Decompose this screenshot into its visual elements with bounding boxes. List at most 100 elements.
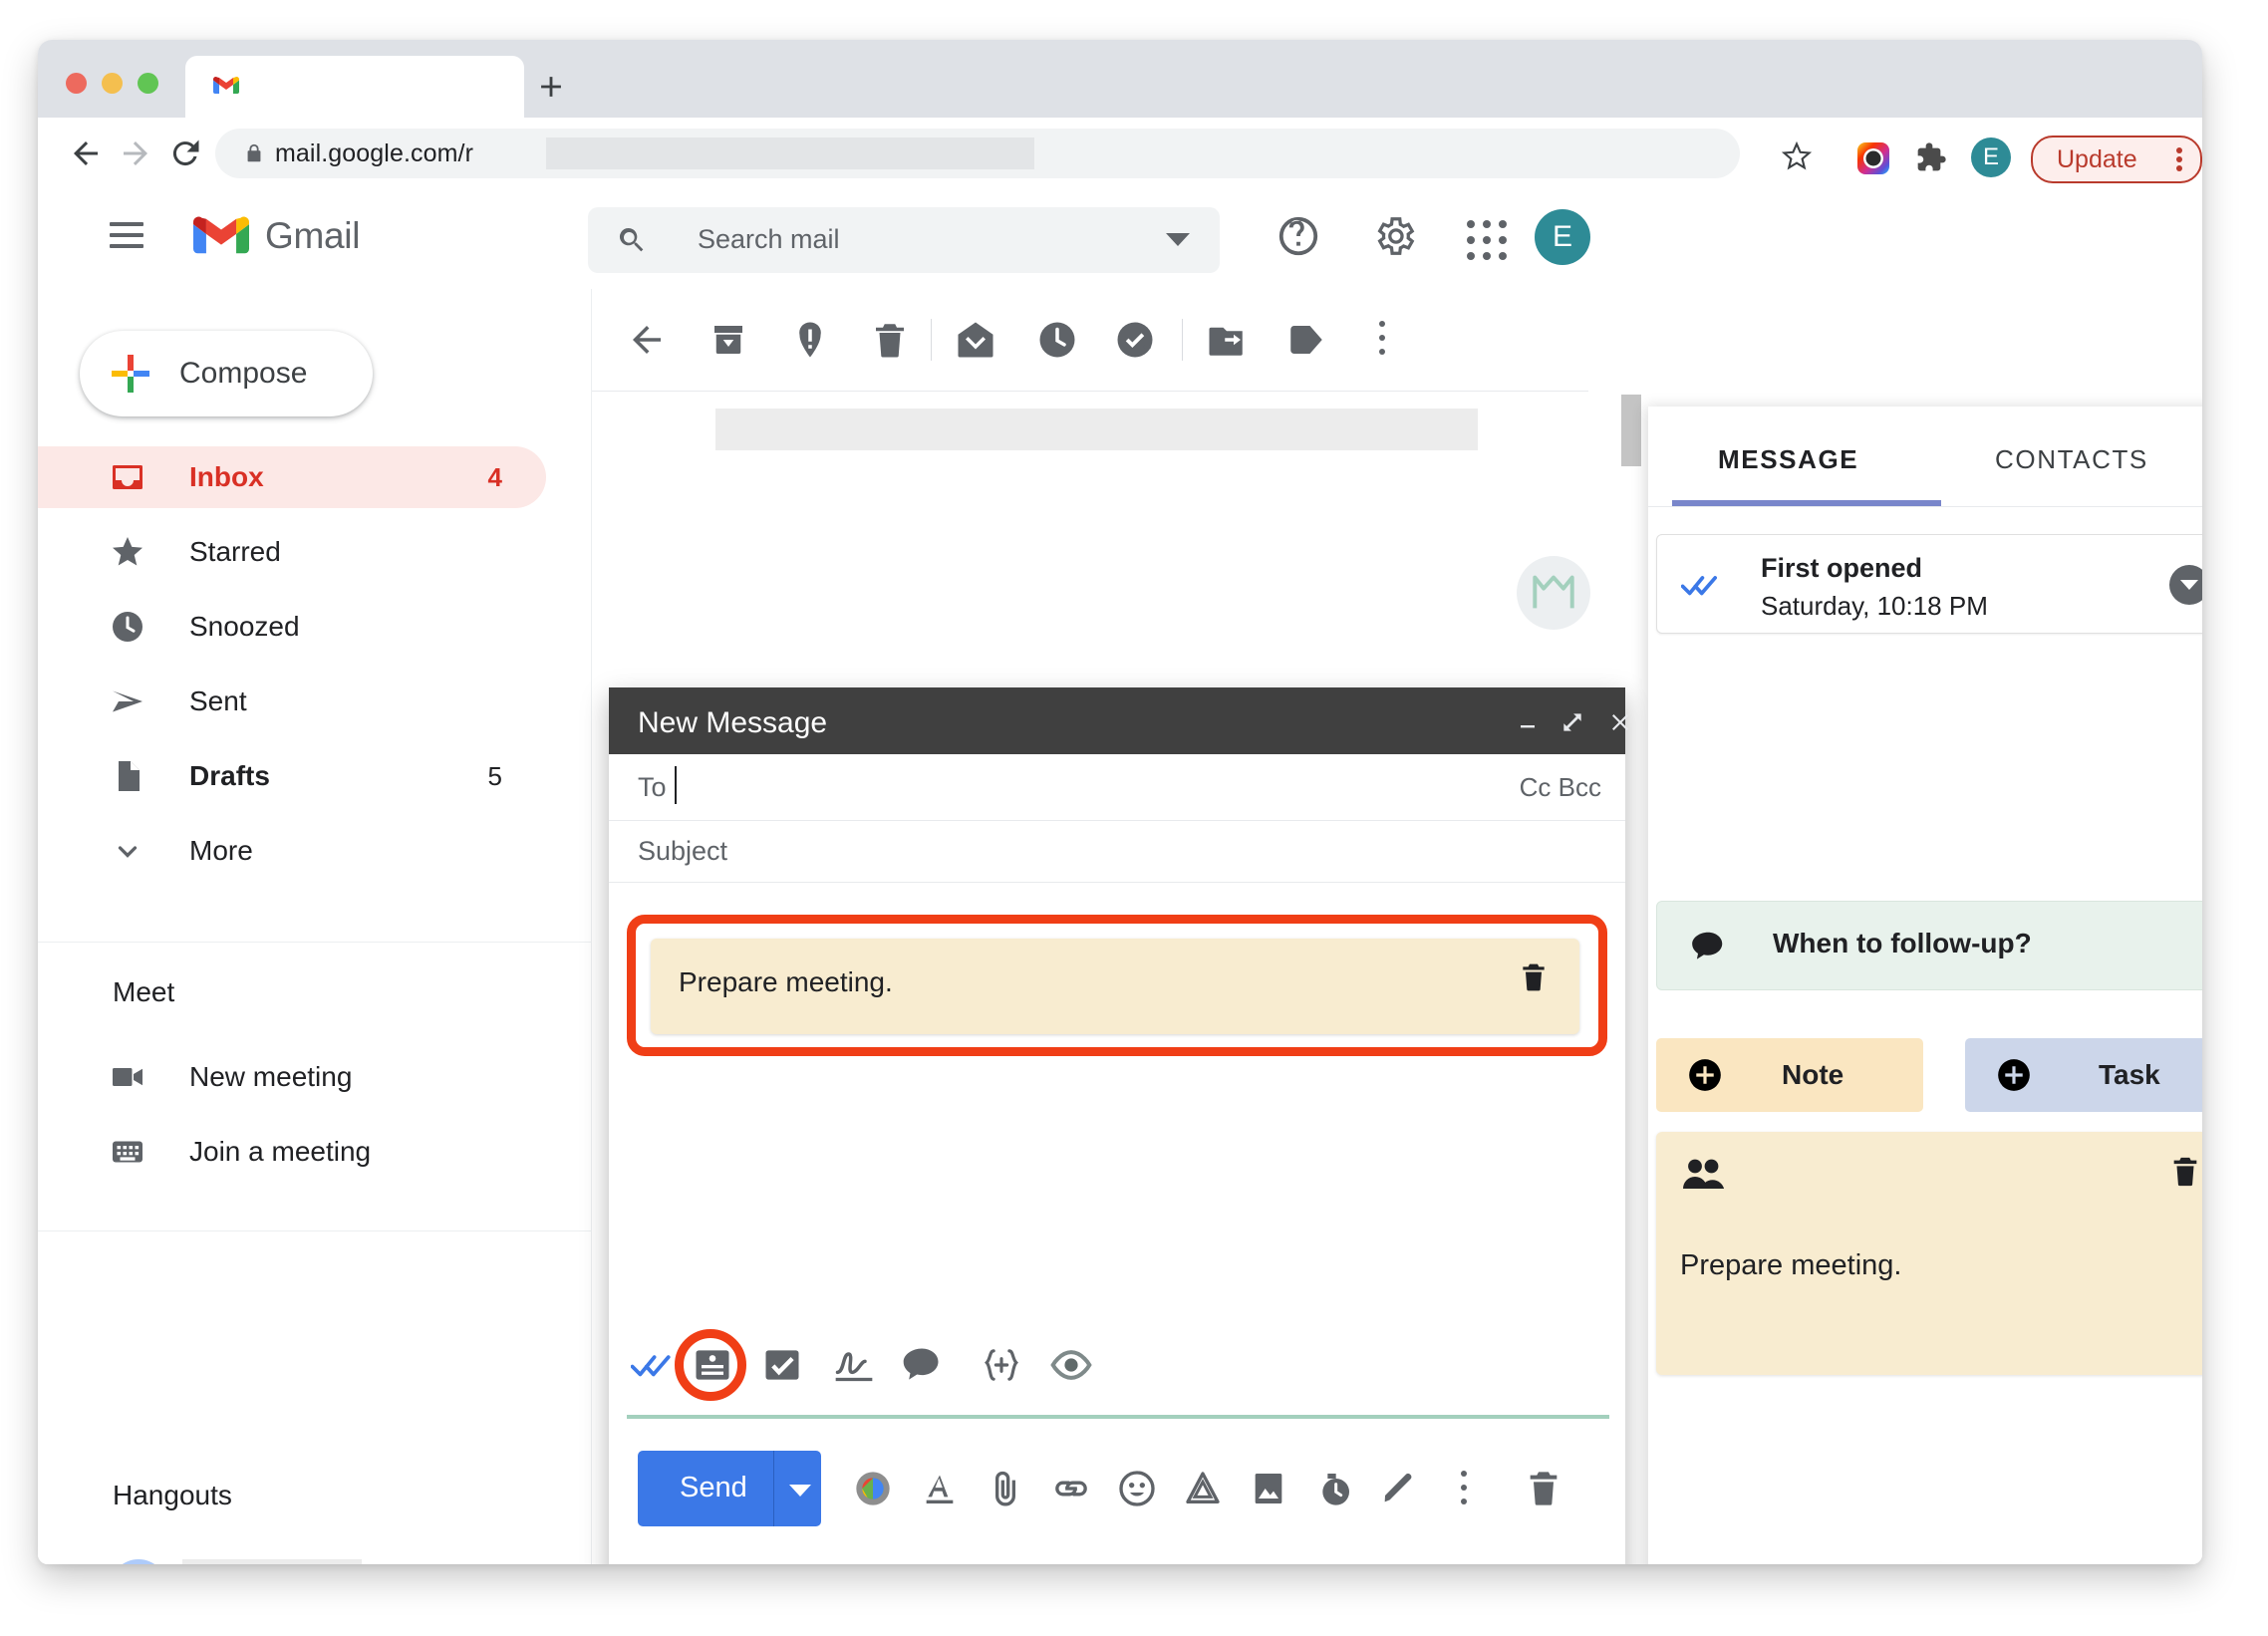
browser-window: mail.google.com/r E Update Gmail Search … bbox=[38, 40, 2202, 1564]
compose-window-header[interactable]: New Message bbox=[609, 687, 1628, 754]
color-palette-icon[interactable] bbox=[853, 1469, 893, 1508]
insert-drive-icon[interactable] bbox=[1183, 1469, 1223, 1508]
back-arrow-icon[interactable] bbox=[626, 319, 668, 361]
snooze-icon[interactable] bbox=[1036, 319, 1078, 361]
close-icon[interactable] bbox=[1603, 705, 1637, 739]
cc-bcc-toggle[interactable]: Cc Bcc bbox=[1520, 772, 1601, 803]
archive-icon[interactable] bbox=[708, 319, 749, 361]
more-options-icon[interactable] bbox=[1379, 321, 1385, 355]
mixmax-logo-icon[interactable] bbox=[1517, 556, 1590, 630]
tab-message[interactable]: MESSAGE bbox=[1718, 444, 1858, 475]
sidebar-item-inbox[interactable]: Inbox 4 bbox=[38, 446, 546, 508]
labels-icon[interactable] bbox=[1285, 319, 1327, 361]
hangouts-section-title: Hangouts bbox=[113, 1480, 232, 1510]
more-options-icon[interactable] bbox=[1461, 1471, 1467, 1504]
mixmax-toolbar-underline bbox=[627, 1415, 1609, 1419]
help-icon[interactable] bbox=[1276, 213, 1321, 259]
report-spam-icon[interactable] bbox=[789, 319, 831, 361]
compose-button[interactable]: Compose bbox=[80, 331, 448, 416]
double-check-icon bbox=[1681, 568, 1721, 602]
follow-up-prompt[interactable]: When to follow-up? bbox=[1656, 901, 2202, 990]
message-status-card[interactable]: First opened Saturday, 10:18 PM bbox=[1656, 534, 2202, 634]
insert-signature-icon[interactable] bbox=[1378, 1469, 1418, 1508]
eye-tracking-icon[interactable] bbox=[1049, 1343, 1093, 1387]
update-button[interactable]: Update bbox=[2031, 136, 2202, 183]
browser-profile-avatar[interactable]: E bbox=[1971, 137, 2011, 177]
chevron-down-circle-icon[interactable] bbox=[2169, 565, 2202, 605]
keyboard-icon bbox=[110, 1134, 145, 1170]
instagram-extension-icon[interactable] bbox=[1857, 142, 1889, 174]
extensions-puzzle-icon[interactable] bbox=[1915, 141, 1947, 173]
main-menu-icon[interactable] bbox=[110, 222, 143, 248]
signature-icon[interactable] bbox=[832, 1343, 876, 1387]
sidebar-item-join-meeting[interactable]: Join a meeting bbox=[38, 1121, 546, 1183]
minimize-icon[interactable] bbox=[1511, 705, 1545, 739]
to-field-row[interactable]: To Cc Bcc bbox=[609, 754, 1625, 821]
trash-icon[interactable] bbox=[2168, 1154, 2202, 1190]
search-input[interactable]: Search mail bbox=[588, 207, 1220, 273]
mark-unread-icon[interactable] bbox=[955, 319, 996, 361]
google-apps-icon[interactable] bbox=[1461, 213, 1507, 260]
sidebar-item-label: Inbox bbox=[189, 461, 264, 492]
to-field-label: To bbox=[638, 772, 667, 802]
gear-icon[interactable] bbox=[1371, 213, 1417, 259]
account-avatar[interactable]: E bbox=[1535, 209, 1590, 265]
trash-icon[interactable] bbox=[1524, 1469, 1563, 1508]
comment-bubble-icon[interactable] bbox=[900, 1343, 944, 1387]
task-checkbox-icon[interactable] bbox=[760, 1343, 804, 1387]
insert-photo-icon[interactable] bbox=[1249, 1469, 1288, 1508]
code-snippet-icon[interactable] bbox=[980, 1343, 1023, 1387]
confidential-mode-icon[interactable] bbox=[1314, 1469, 1354, 1508]
mixmax-tab-bar: MESSAGE CONTACTS bbox=[1648, 407, 2202, 507]
sidebar-item-sent[interactable]: Sent bbox=[38, 671, 546, 732]
email-list-scrollbar[interactable] bbox=[1621, 395, 1641, 466]
window-controls[interactable] bbox=[66, 73, 158, 94]
new-tab-button[interactable] bbox=[534, 70, 568, 104]
sidebar-divider bbox=[38, 942, 591, 943]
compose-button-main[interactable]: Compose bbox=[80, 331, 373, 416]
gmail-sidebar: Compose Inbox 4 Starred Snoozed Sent Dra… bbox=[38, 289, 592, 1564]
sidebar-item-snoozed[interactable]: Snoozed bbox=[38, 596, 546, 658]
add-note-label: Note bbox=[1782, 1059, 1844, 1090]
url-redaction bbox=[546, 137, 1034, 169]
compose-send-row: Send bbox=[609, 1435, 1625, 1544]
sidebar-item-starred[interactable]: Starred bbox=[38, 521, 546, 583]
send-options-chevron-icon[interactable] bbox=[789, 1485, 811, 1497]
add-note-button[interactable]: Note bbox=[1656, 1038, 1923, 1112]
status-subtitle: Saturday, 10:18 PM bbox=[1761, 591, 1988, 621]
double-check-tracking-icon[interactable] bbox=[631, 1343, 675, 1387]
mixmax-side-panel: MESSAGE CONTACTS First opened Saturday, … bbox=[1648, 407, 2202, 1564]
insert-link-icon[interactable] bbox=[1051, 1469, 1091, 1508]
address-bar[interactable]: mail.google.com/r bbox=[215, 129, 1740, 178]
bookmark-star-icon[interactable] bbox=[1782, 141, 1812, 171]
sidebar-item-drafts[interactable]: Drafts 5 bbox=[38, 745, 546, 807]
attach-file-icon[interactable] bbox=[986, 1469, 1025, 1508]
insert-emoji-icon[interactable] bbox=[1117, 1469, 1157, 1508]
chevron-down-icon[interactable] bbox=[373, 359, 405, 391]
sidebar-item-label: Starred bbox=[189, 536, 281, 567]
formatting-options-icon[interactable] bbox=[920, 1469, 960, 1508]
maximize-window-button[interactable] bbox=[138, 73, 158, 94]
subject-field-row[interactable]: Subject bbox=[609, 820, 1625, 883]
browser-tab-gmail[interactable] bbox=[185, 56, 524, 118]
browser-menu-icon[interactable] bbox=[2176, 147, 2182, 171]
add-to-tasks-icon[interactable] bbox=[1114, 319, 1156, 361]
status-title: First opened bbox=[1761, 553, 1923, 583]
panel-note-card[interactable]: Prepare meeting. bbox=[1656, 1132, 2202, 1375]
add-task-button[interactable]: Task bbox=[1965, 1038, 2202, 1112]
back-arrow-icon[interactable] bbox=[68, 136, 104, 171]
send-button-label: Send bbox=[680, 1472, 747, 1503]
delete-icon[interactable] bbox=[869, 319, 911, 361]
hangouts-avatar[interactable] bbox=[110, 1559, 167, 1564]
sidebar-item-more[interactable]: More bbox=[38, 820, 546, 882]
search-options-chevron-icon[interactable] bbox=[1166, 233, 1190, 246]
expand-icon[interactable] bbox=[1556, 705, 1589, 739]
close-window-button[interactable] bbox=[66, 73, 87, 94]
move-to-icon[interactable] bbox=[1206, 319, 1248, 361]
sidebar-item-new-meeting[interactable]: New meeting bbox=[38, 1046, 546, 1108]
reload-icon[interactable] bbox=[167, 136, 203, 171]
minimize-window-button[interactable] bbox=[102, 73, 123, 94]
tab-contacts[interactable]: CONTACTS bbox=[1995, 444, 2148, 475]
send-button[interactable]: Send bbox=[638, 1451, 821, 1526]
forward-arrow-icon[interactable] bbox=[118, 136, 153, 171]
